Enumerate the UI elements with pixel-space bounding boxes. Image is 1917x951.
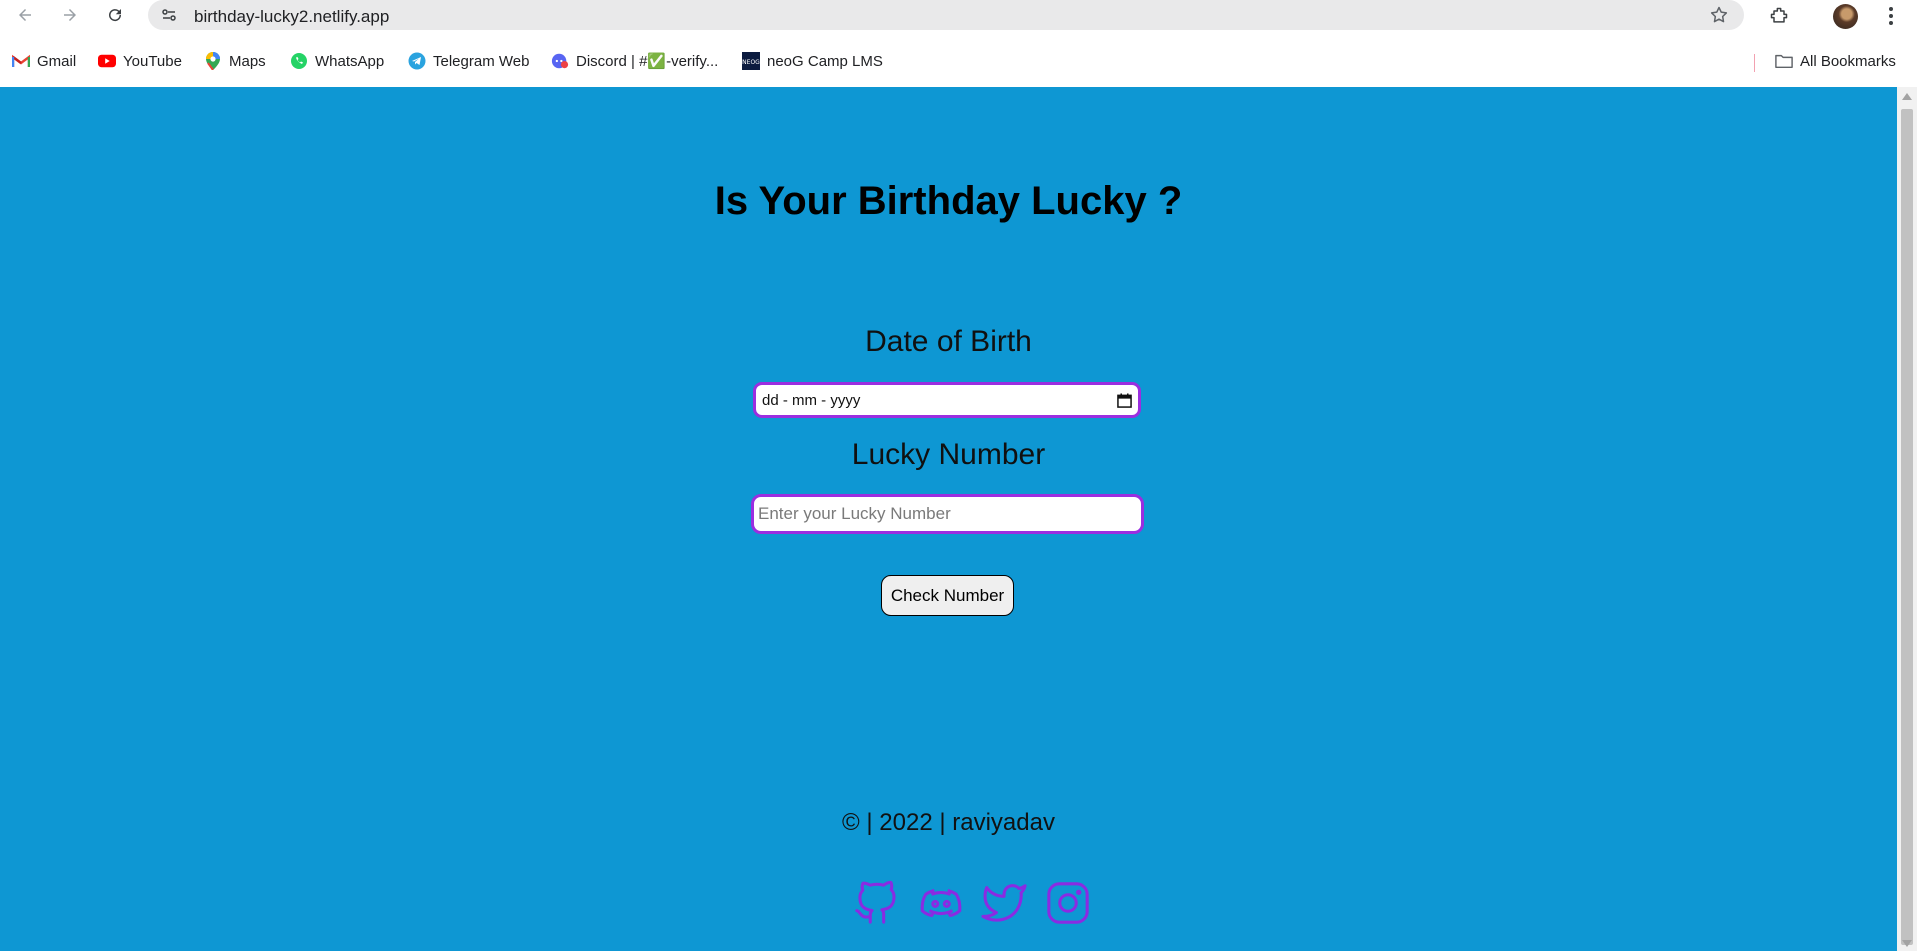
bookmark-label: Discord | #✅-verify... bbox=[576, 53, 719, 70]
lucky-number-input[interactable]: Enter your Lucky Number bbox=[751, 494, 1144, 534]
bookmark-whatsapp[interactable]: WhatsApp bbox=[290, 50, 384, 72]
whatsapp-icon bbox=[290, 52, 308, 70]
bookmark-label: Gmail bbox=[37, 52, 77, 70]
bookmark-label: YouTube bbox=[123, 52, 182, 70]
bookmark-youtube[interactable]: YouTube bbox=[98, 50, 182, 72]
bookmarks-bar: Gmail YouTube Maps WhatsApp Telegram Web bbox=[0, 46, 1917, 76]
browser-toolbar: birthday-lucky2.netlify.app bbox=[0, 0, 1917, 30]
neog-icon: NEOG bbox=[742, 52, 760, 70]
bookmark-telegram[interactable]: Telegram Web bbox=[408, 50, 529, 72]
all-bookmarks[interactable]: All Bookmarks bbox=[1775, 50, 1896, 72]
all-bookmarks-label: All Bookmarks bbox=[1800, 52, 1896, 70]
bookmark-neog[interactable]: NEOG neoG Camp LMS bbox=[742, 50, 883, 72]
check-number-button[interactable]: Check Number bbox=[881, 575, 1014, 616]
site-settings-icon[interactable] bbox=[160, 6, 178, 24]
lucky-number-placeholder: Enter your Lucky Number bbox=[758, 504, 951, 523]
lucky-number-label: Lucky Number bbox=[851, 438, 1046, 471]
page-content: Is Your Birthday Lucky ? Date of Birth d… bbox=[0, 87, 1897, 951]
url-text[interactable]: birthday-lucky2.netlify.app bbox=[194, 7, 389, 27]
browser-chrome: birthday-lucky2.netlify.app Gmail YouTub… bbox=[0, 0, 1917, 87]
gmail-icon bbox=[12, 52, 30, 70]
twitter-icon[interactable] bbox=[980, 879, 1028, 927]
dob-date-input[interactable]: dd - mm - yyyy bbox=[753, 382, 1141, 418]
address-bar[interactable]: birthday-lucky2.netlify.app bbox=[148, 0, 1744, 30]
page-title: Is Your Birthday Lucky ? bbox=[714, 179, 1183, 223]
bookmark-label: Telegram Web bbox=[433, 52, 530, 70]
page-scrollbar[interactable] bbox=[1897, 87, 1917, 951]
bookmark-maps[interactable]: Maps bbox=[204, 50, 266, 72]
calendar-icon[interactable] bbox=[1116, 392, 1132, 408]
footer-copyright: © | 2022 | raviyadav bbox=[842, 809, 1055, 836]
bookmark-label: Maps bbox=[229, 52, 266, 70]
github-icon[interactable] bbox=[852, 879, 900, 927]
forward-arrow-icon[interactable] bbox=[57, 2, 83, 28]
folder-icon bbox=[1775, 52, 1793, 70]
maps-icon bbox=[204, 52, 222, 70]
telegram-icon bbox=[408, 52, 426, 70]
more-menu-icon[interactable] bbox=[1877, 2, 1905, 30]
bookmark-star-icon[interactable] bbox=[1708, 4, 1730, 26]
scroll-up-icon[interactable] bbox=[1902, 93, 1912, 100]
back-arrow-icon[interactable] bbox=[12, 2, 38, 28]
dob-value: dd - mm - yyyy bbox=[762, 391, 861, 409]
instagram-icon[interactable] bbox=[1044, 879, 1092, 927]
bookmark-label: WhatsApp bbox=[315, 52, 385, 70]
discord-icon bbox=[551, 52, 569, 70]
scrollbar-thumb[interactable] bbox=[1901, 109, 1913, 945]
bookmark-discord[interactable]: Discord | #✅-verify... bbox=[551, 50, 718, 72]
youtube-icon bbox=[98, 52, 116, 70]
dob-label: Date of Birth bbox=[865, 325, 1032, 358]
discord-social-icon[interactable] bbox=[917, 879, 965, 927]
extensions-icon[interactable] bbox=[1765, 2, 1793, 30]
reload-icon[interactable] bbox=[102, 2, 128, 28]
svg-text:NEOG: NEOG bbox=[742, 59, 760, 66]
bookmark-label: neoG Camp LMS bbox=[767, 52, 883, 70]
scroll-down-icon[interactable] bbox=[1902, 940, 1912, 947]
bookmark-gmail[interactable]: Gmail bbox=[12, 50, 76, 72]
bookmarks-separator bbox=[1754, 54, 1755, 72]
profile-avatar[interactable] bbox=[1831, 2, 1859, 30]
